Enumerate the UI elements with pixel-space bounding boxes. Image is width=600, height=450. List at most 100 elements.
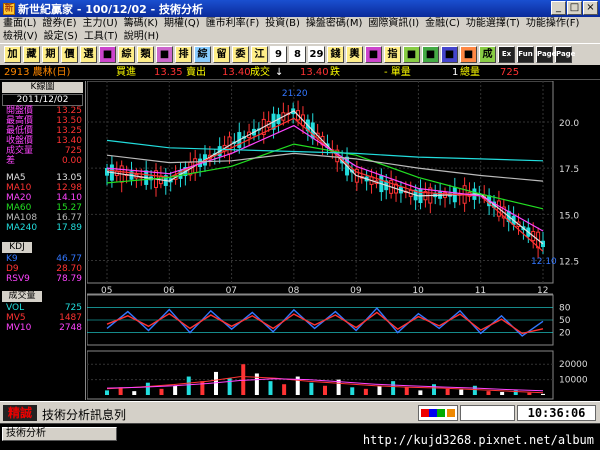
- buy-price: 13.35: [154, 67, 183, 78]
- value-row: MA108 16.77: [0, 213, 85, 223]
- toolbar-button[interactable]: 排: [175, 46, 192, 63]
- toolbar-button[interactable]: 成: [479, 46, 496, 63]
- sell-label: 賣出: [186, 67, 206, 78]
- toolbar-button[interactable]: 錢: [327, 46, 344, 63]
- value-row: MA20 14.10: [0, 193, 85, 203]
- toolbar-button[interactable]: 類: [137, 46, 154, 63]
- value-label: 最高價: [6, 116, 34, 126]
- volume-list: VOL 725 MV5 1487 MV10 2748: [0, 303, 85, 333]
- value-number: 725: [64, 303, 82, 313]
- toolbar-button[interactable]: 29: [308, 46, 325, 63]
- menu-item[interactable]: 畫面(L): [0, 17, 39, 30]
- month-tick-label: 09: [350, 286, 362, 296]
- menu-item[interactable]: 投資(B): [262, 17, 303, 30]
- technical-chart[interactable]: 20.0 17.5 15.0 12.5 05 06 07 08 09 10 11 12 21.20 12.…: [86, 80, 600, 400]
- menu-item[interactable]: 說明(H): [121, 30, 162, 43]
- value-number: 16.77: [56, 213, 82, 223]
- value-row: MV5 1487: [0, 313, 85, 323]
- menu-item[interactable]: 設定(S): [41, 30, 81, 43]
- toolbar-button[interactable]: 綜: [194, 46, 211, 63]
- taskbar: 技術分析 http://kujd3268.pixnet.net/album: [0, 423, 600, 450]
- toolbar-button[interactable]: ■: [403, 46, 420, 63]
- status-color-indicator: [418, 405, 458, 421]
- menu-item[interactable]: 操盤密碼(M): [303, 17, 365, 30]
- toolbar-button[interactable]: Page: [536, 46, 556, 63]
- minimized-window-button[interactable]: 技術分析: [2, 427, 117, 441]
- toolbar-button[interactable]: 價: [61, 46, 78, 63]
- toolbar-button[interactable]: ■: [441, 46, 458, 63]
- chart-area[interactable]: 20.0 17.5 15.0 12.5 05 06 07 08 09 10 11 12 21.20 12.…: [86, 80, 600, 400]
- volume-bar: [377, 385, 382, 395]
- toolbar-button[interactable]: Ex: [498, 46, 515, 63]
- menu-item[interactable]: 主力(U): [80, 17, 121, 30]
- maximize-button[interactable]: □: [567, 1, 582, 15]
- month-tick-label: 12: [537, 286, 548, 296]
- menu-item[interactable]: 籌碼(K): [121, 17, 161, 30]
- kdj-title[interactable]: KDJ: [2, 242, 32, 253]
- minimize-button[interactable]: _: [551, 1, 566, 15]
- window-titlebar[interactable]: 新 新世紀贏家 - 100/12/02 - 技術分析 _ □ ×: [0, 0, 600, 17]
- value-number: 13.25: [56, 126, 82, 136]
- volume-bar: [445, 388, 450, 395]
- toolbar-button[interactable]: 加: [4, 46, 21, 63]
- toolbar-button[interactable]: ■: [422, 46, 439, 63]
- menu-item[interactable]: 國際資訊(I): [365, 17, 422, 30]
- value-label: D9: [6, 264, 19, 274]
- toolbar-button[interactable]: 留: [213, 46, 230, 63]
- app-icon[interactable]: 新: [3, 2, 15, 15]
- toolbar-button[interactable]: 8: [289, 46, 306, 63]
- volume-bar: [214, 371, 218, 395]
- total-volume: 725: [500, 67, 520, 78]
- menu-item[interactable]: 證券(E): [39, 17, 79, 30]
- volume-bar: [200, 381, 205, 395]
- toolbar-button[interactable]: 委: [232, 46, 249, 63]
- quote-bar: 2913 農林(日) 買進 13.35 賣出 13.40 成交 ↓ 13.40 …: [0, 66, 600, 80]
- price-tick-label: 12.5: [559, 258, 579, 268]
- menu-item[interactable]: 檢視(V): [0, 30, 41, 43]
- volume-title[interactable]: 成交量: [2, 291, 42, 302]
- close-button[interactable]: ×: [583, 1, 598, 15]
- price-tick-label: 15.0: [559, 211, 579, 221]
- toolbar-button[interactable]: 指: [384, 46, 401, 63]
- volume-bar: [472, 385, 477, 395]
- menu-item[interactable]: 功能選擇(T): [463, 17, 523, 30]
- toolbar-button[interactable]: Page: [555, 46, 575, 63]
- status-field: [460, 405, 515, 421]
- toolbar-button[interactable]: ■: [99, 46, 116, 63]
- value-label: MA108: [6, 213, 38, 223]
- value-row: K9 46.77: [0, 254, 85, 264]
- toolbar-button[interactable]: ■: [365, 46, 382, 63]
- toolbar-button[interactable]: Fun: [517, 46, 534, 63]
- value-number: 1487: [59, 313, 82, 323]
- volume-bar: [404, 387, 409, 395]
- volume-bar: [459, 389, 464, 395]
- toolbar-button[interactable]: 綜: [118, 46, 135, 63]
- menu-item[interactable]: 匯市利率(F): [203, 17, 263, 30]
- menu-item[interactable]: 期權(Q): [161, 17, 203, 30]
- panel-title[interactable]: K線圖: [2, 82, 83, 93]
- toolbar-button[interactable]: ■: [156, 46, 173, 63]
- value-number: 13.05: [56, 173, 82, 183]
- toolbar-button[interactable]: ■: [460, 46, 477, 63]
- sell-price: 13.40: [222, 67, 251, 78]
- panel-date: 2011/12/02: [2, 94, 83, 106]
- value-number: 12.98: [56, 183, 82, 193]
- stock-code[interactable]: 2913 農林(日): [4, 66, 70, 80]
- menu-item[interactable]: 功能操作(F): [523, 17, 583, 30]
- toolbar-button[interactable]: 期: [42, 46, 59, 63]
- toolbar: 加藏期價選 ■ 綜類 ■ 排綜留委江 9 8 29 錢輿 ■ 指 ■ ■ ■ ■ 成 Ex Fun Page Page: [0, 43, 600, 65]
- toolbar-button[interactable]: 9: [270, 46, 287, 63]
- toolbar-button[interactable]: 江: [251, 46, 268, 63]
- toolbar-button[interactable]: 藏: [23, 46, 40, 63]
- value-number: 13.50: [56, 116, 82, 126]
- menu-item[interactable]: 金融(C): [422, 17, 463, 30]
- volume-bar: [186, 376, 191, 395]
- volume-bar: [418, 390, 423, 395]
- price-tick-label: 20.0: [559, 119, 579, 129]
- price-tick-label: 17.5: [559, 165, 579, 175]
- menu-item[interactable]: 工具(T): [81, 30, 121, 43]
- toolbar-button[interactable]: 輿: [346, 46, 363, 63]
- value-label: VOL: [6, 303, 25, 313]
- toolbar-button[interactable]: 選: [80, 46, 97, 63]
- value-label: MA10: [6, 183, 32, 193]
